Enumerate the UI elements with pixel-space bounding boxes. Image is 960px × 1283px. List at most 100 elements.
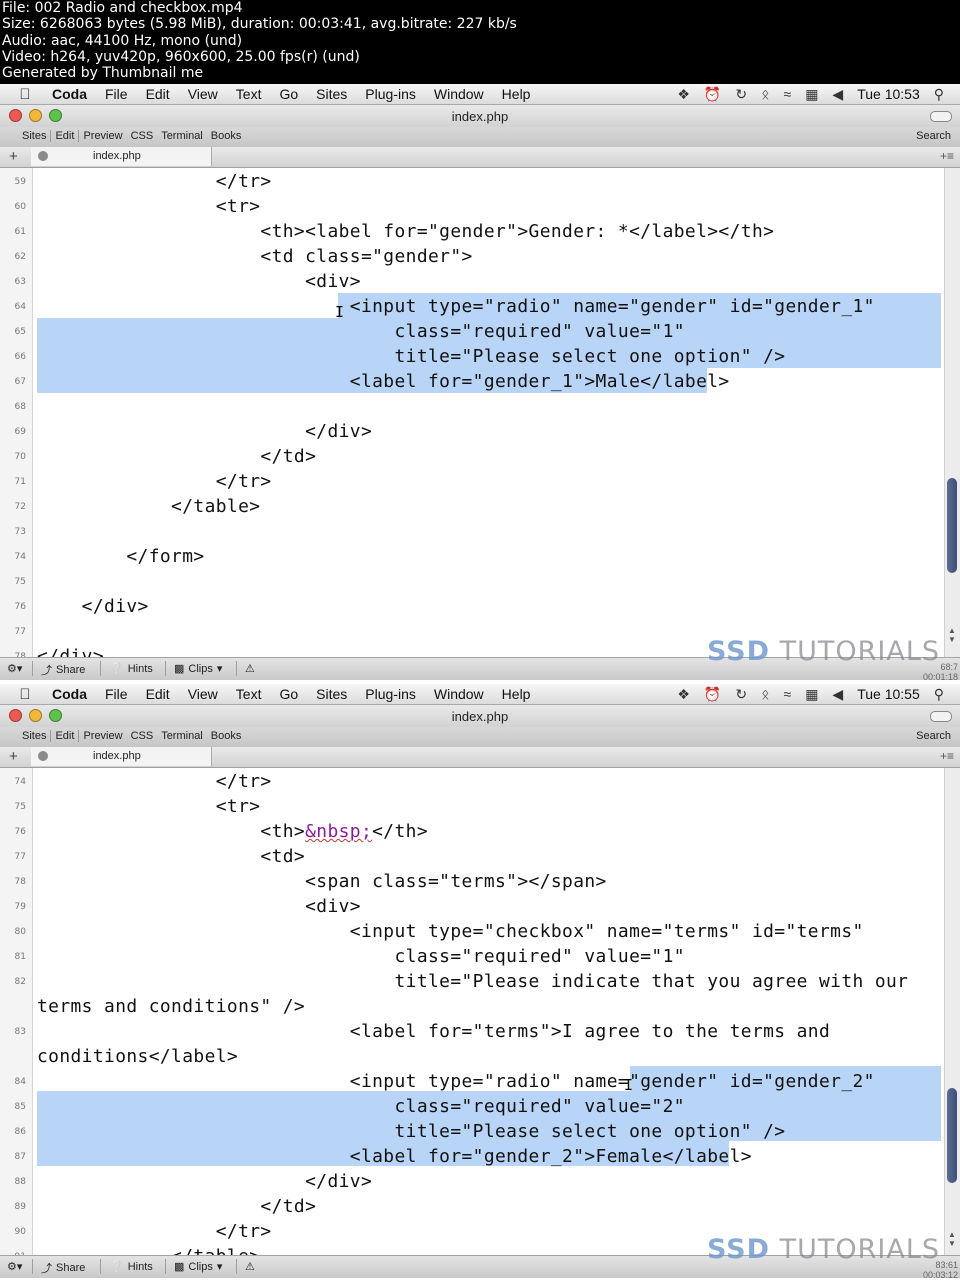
close-tab-icon[interactable] — [38, 151, 48, 161]
scroll-thumb[interactable] — [947, 1088, 957, 1183]
apple-icon[interactable]:  — [0, 686, 50, 703]
toolbar-tab-css[interactable]: CSS — [127, 130, 158, 142]
scroll-arrows-icon[interactable]: ▲ ▼ — [948, 1230, 956, 1248]
code-line[interactable]: terms and conditions" /> — [0, 993, 945, 1018]
code-line[interactable]: 70 </td> — [0, 443, 945, 468]
vertical-scrollbar[interactable]: ▲ ▼ — [944, 168, 960, 661]
code-line[interactable]: 85 class="required" value="2" — [0, 1093, 945, 1118]
code-line[interactable]: 61 <th><label for="gender">Gender: *</la… — [0, 218, 945, 243]
toolbar-tab-edit[interactable]: Edit — [51, 130, 80, 142]
code-line[interactable]: 66 title="Please select one option" /> — [0, 343, 945, 368]
code-line[interactable]: 69 </div> — [0, 418, 945, 443]
scroll-thumb[interactable] — [947, 478, 957, 573]
code-line[interactable]: 65 class="required" value="1" — [0, 318, 945, 343]
app-menu[interactable]: Coda — [50, 86, 96, 102]
code-line[interactable]: 87 <label for="gender_2">Female</label> — [0, 1143, 945, 1168]
code-line[interactable]: 76 <th>&nbsp;</th> — [0, 818, 945, 843]
time-machine-icon[interactable]: ↻ — [735, 686, 747, 703]
menu-window[interactable]: Window — [425, 86, 493, 102]
app-menu[interactable]: Coda — [50, 686, 96, 702]
menu-sites[interactable]: Sites — [307, 686, 356, 702]
code-line[interactable]: 80 <input type="checkbox" name="terms" i… — [0, 918, 945, 943]
menu-file[interactable]: File — [96, 86, 137, 102]
toolbar-toggle-button[interactable] — [930, 111, 952, 122]
code-line[interactable]: 79 <div> — [0, 893, 945, 918]
share-button[interactable]: ⤴ Share — [41, 1260, 85, 1276]
code-line[interactable]: 82 title="Please indicate that you agree… — [0, 968, 945, 993]
warning-icon[interactable]: ⚠ — [245, 1260, 255, 1273]
menu-edit[interactable]: Edit — [137, 86, 179, 102]
hints-button[interactable]: ❔ Hints — [110, 1260, 153, 1274]
code-line[interactable]: 88 </div> — [0, 1168, 945, 1193]
code-line[interactable]: 64 <input type="radio" name="gender" id=… — [0, 293, 945, 318]
toolbar-tab-sites[interactable]: Sites — [18, 730, 52, 742]
menu-plugins[interactable]: Plug-ins — [356, 86, 425, 102]
wifi-icon[interactable]: ≈ — [784, 686, 792, 702]
toolbar-tab-edit[interactable]: Edit — [51, 730, 80, 742]
code-line[interactable]: 68 — [0, 393, 945, 418]
toolbar-tab-terminal[interactable]: Terminal — [157, 130, 207, 142]
settings-gear-icon[interactable]: ⚙▾ — [7, 1260, 22, 1273]
share-button[interactable]: ⤴ Share — [41, 662, 85, 678]
menu-view[interactable]: View — [179, 686, 227, 702]
toolbar-search[interactable]: Search — [916, 130, 951, 142]
settings-gear-icon[interactable]: ⚙▾ — [7, 662, 22, 675]
code-line[interactable]: 60 <tr> — [0, 193, 945, 218]
toolbar-tab-books[interactable]: Books — [207, 130, 246, 142]
code-line[interactable]: 67 <label for="gender_1">Male</label> — [0, 368, 945, 393]
code-line[interactable]: 77 <td> — [0, 843, 945, 868]
code-line[interactable]: conditions</label> — [0, 1043, 945, 1068]
wifi-icon[interactable]: ≈ — [784, 86, 792, 102]
code-line[interactable]: 75 — [0, 568, 945, 593]
code-line[interactable]: 73 — [0, 518, 945, 543]
dropbox-icon[interactable]: ❖ — [677, 86, 690, 103]
toolbar-search[interactable]: Search — [916, 730, 951, 742]
volume-icon[interactable]: ◀ — [832, 86, 843, 103]
vertical-scrollbar[interactable]: ▲ ▼ — [944, 768, 960, 1257]
code-line[interactable]: 71 </tr> — [0, 468, 945, 493]
menu-file[interactable]: File — [96, 686, 137, 702]
new-tab-button[interactable]: + — [9, 748, 18, 765]
document-tab[interactable]: index.php — [31, 747, 212, 766]
menu-go[interactable]: Go — [270, 86, 307, 102]
spotlight-search-icon[interactable]: ⚲ — [934, 686, 944, 703]
flag-icon[interactable]: ▦ — [805, 686, 818, 703]
hints-button[interactable]: ❔ Hints — [110, 662, 153, 676]
code-line[interactable]: 63 <div> — [0, 268, 945, 293]
alarm-icon[interactable]: ⏰ — [704, 686, 721, 703]
bluetooth-icon[interactable]: ᛟ — [761, 86, 769, 102]
code-line[interactable]: 83 <label for="terms">I agree to the ter… — [0, 1018, 945, 1043]
alarm-icon[interactable]: ⏰ — [704, 86, 721, 103]
menu-help[interactable]: Help — [493, 686, 540, 702]
clips-button[interactable]: ▩ Clips ▾ — [174, 662, 222, 676]
new-tab-button[interactable]: + — [9, 148, 18, 165]
toolbar-tab-books[interactable]: Books — [207, 730, 246, 742]
code-line[interactable]: 59 </tr> — [0, 168, 945, 193]
menu-help[interactable]: Help — [493, 86, 540, 102]
tab-menu-icon[interactable]: +≡ — [940, 149, 954, 163]
close-tab-icon[interactable] — [38, 751, 48, 761]
code-line[interactable]: 75 <tr> — [0, 793, 945, 818]
toolbar-tab-sites[interactable]: Sites — [18, 130, 52, 142]
menu-text[interactable]: Text — [227, 86, 271, 102]
spotlight-search-icon[interactable]: ⚲ — [934, 86, 944, 103]
code-line[interactable]: 86 title="Please select one option" /> — [0, 1118, 945, 1143]
document-tab[interactable]: index.php — [31, 147, 212, 166]
flag-icon[interactable]: ▦ — [805, 86, 818, 103]
menubar-clock[interactable]: Tue 10:55 — [857, 686, 920, 702]
code-line[interactable]: 74 </form> — [0, 543, 945, 568]
menu-go[interactable]: Go — [270, 686, 307, 702]
menu-text[interactable]: Text — [227, 686, 271, 702]
toolbar-tab-preview[interactable]: Preview — [79, 130, 126, 142]
code-line[interactable]: 74 </tr> — [0, 768, 945, 793]
code-editor[interactable]: 59 </tr> 60 <tr> 61 <th><label for="gender… — [0, 168, 960, 661]
menu-plugins[interactable]: Plug-ins — [356, 686, 425, 702]
code-line[interactable]: 76 </div> — [0, 593, 945, 618]
apple-icon[interactable]:  — [0, 86, 50, 103]
warning-icon[interactable]: ⚠ — [245, 662, 255, 675]
code-line[interactable]: 72 </table> — [0, 493, 945, 518]
toolbar-tab-preview[interactable]: Preview — [79, 730, 126, 742]
scroll-arrows-icon[interactable]: ▲ ▼ — [948, 626, 956, 644]
code-line[interactable]: 81 class="required" value="1" — [0, 943, 945, 968]
volume-icon[interactable]: ◀ — [832, 686, 843, 703]
